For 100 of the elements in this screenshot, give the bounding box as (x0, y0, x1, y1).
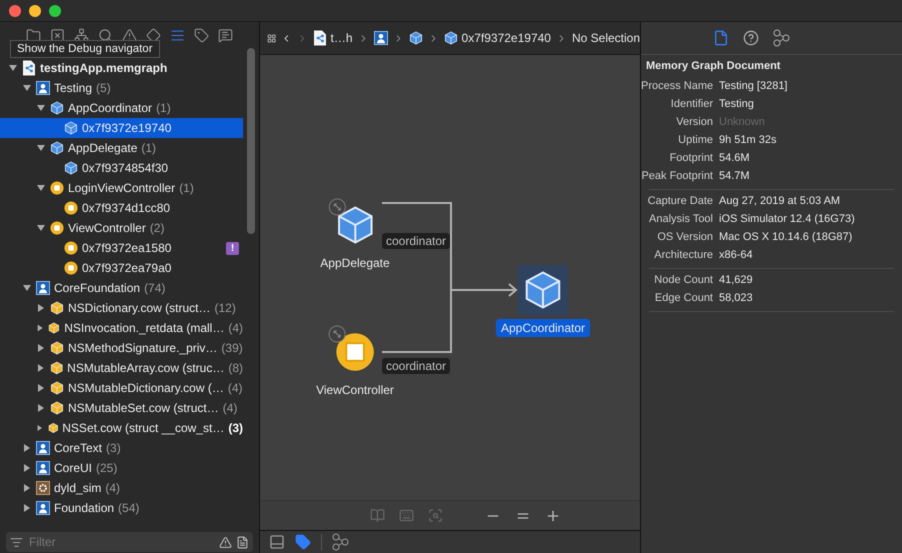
item-count: (74) (144, 281, 166, 295)
minimize-button[interactable] (29, 4, 41, 16)
object-icon (50, 181, 64, 195)
tree-row[interactable]: NSMutableDictionary.cow (… (4) (0, 378, 243, 398)
breadcrumb-item[interactable] (374, 31, 388, 45)
filter-input[interactable]: Filter (27, 534, 215, 550)
tree-row[interactable]: NSDictionary.cow (struct… (12) (0, 298, 243, 318)
tree-item-label: ViewController (68, 221, 146, 235)
tree-item-label: NSInvocation._retdata (mall… (64, 321, 224, 335)
tree-item-label: NSMutableArray.cow (struc… (67, 361, 224, 375)
disclosure-icon[interactable] (36, 223, 46, 233)
tree-row[interactable]: Foundation (54) (0, 498, 243, 518)
tree-row[interactable]: NSInvocation._retdata (mall… (4) (0, 318, 243, 338)
property-value: Testing [3281] (719, 80, 788, 92)
item-count: (5) (96, 81, 111, 95)
property-value: Mac OS X 10.14.6 (18G87) (719, 231, 854, 243)
object-icon (50, 221, 64, 235)
tree-item-label: AppDelegate (68, 141, 138, 155)
tree-row[interactable]: NSSet.cow (struct __cow_st… (3) (0, 418, 243, 438)
tree-item-label: Testing (54, 81, 92, 95)
graph-icon[interactable] (332, 533, 350, 551)
tree-row[interactable]: testingApp.memgraph (0, 58, 243, 78)
file-icon[interactable] (712, 30, 728, 46)
zoom-in-icon[interactable] (544, 508, 560, 524)
tree-row[interactable]: LoginViewController (1) (0, 178, 243, 198)
cube-icon (50, 381, 64, 395)
breadcrumb-item[interactable]: 0x7f9372e19740 (444, 31, 551, 45)
filter-field[interactable]: Filter (6, 532, 253, 552)
zoom-button[interactable] (49, 4, 61, 16)
disclosure-icon[interactable] (36, 143, 46, 153)
x-box-icon[interactable] (50, 28, 65, 42)
edge-label: coordinator (382, 358, 450, 374)
tree-item-label: testingApp.memgraph (40, 61, 168, 75)
arrow (450, 283, 518, 297)
breadcrumb-item[interactable]: No Selection (572, 31, 640, 45)
tree-row[interactable]: CoreUI (25) (0, 458, 243, 478)
tree-row[interactable]: AppDelegate (1) (0, 138, 243, 158)
scrollbar-thumb[interactable] (247, 48, 255, 234)
diamond-icon[interactable] (146, 28, 161, 42)
cube-icon (444, 31, 458, 45)
expand-icon[interactable] (328, 198, 346, 216)
tree-row[interactable]: NSMutableArray.cow (struc… (8) (0, 358, 243, 378)
item-count: (8) (228, 361, 243, 375)
tree-row[interactable]: CoreText (3) (0, 438, 243, 458)
tree-item-label: 0x7f9372ea79a0 (82, 261, 172, 275)
tree-row[interactable]: AppCoordinator (1) (0, 98, 243, 118)
tree-item-label: CoreText (54, 441, 102, 455)
tag-icon[interactable] (194, 28, 209, 42)
expand-icon[interactable] (328, 325, 346, 343)
object-icon (64, 261, 78, 275)
tree-item-label: NSMutableDictionary.cow (… (68, 381, 224, 395)
person-icon (36, 501, 50, 515)
property-value: x86-64 (719, 249, 754, 261)
property-label: Peak Footprint (641, 170, 713, 182)
node-label: ViewController (315, 382, 395, 399)
tree-row[interactable]: CoreFoundation (74) (0, 278, 243, 298)
hierarchy-icon[interactable] (74, 28, 89, 42)
property-label: Node Count (653, 274, 713, 286)
property-value: 54.6M (719, 152, 751, 164)
panel-icon[interactable] (269, 534, 285, 550)
item-count: (3) (106, 441, 121, 455)
object-icon[interactable] (335, 332, 375, 372)
tree-row[interactable]: NSMutableSet.cow (struct… (4) (0, 398, 243, 418)
tree-row[interactable]: dyld_sim (4) (0, 478, 243, 498)
warning-icon[interactable] (219, 536, 232, 548)
tree-row[interactable]: 0x7f9372ea79a0 (0, 258, 243, 278)
item-count: (1) (179, 181, 194, 195)
graph-icon[interactable] (772, 29, 790, 47)
tree-row[interactable]: 0x7f9374854f30 (0, 158, 243, 178)
search-icon[interactable] (98, 28, 113, 42)
cube-icon (50, 341, 64, 355)
node-label: AppCoordinator (496, 319, 590, 337)
issue-badge: ! (226, 242, 239, 254)
inspector-title: Memory Graph Document (645, 59, 782, 74)
tree-row[interactable]: 0x7f9374d1cc80 (0, 198, 243, 218)
close-button[interactable] (9, 4, 21, 16)
cube-icon (50, 141, 64, 155)
cube-icon (50, 401, 64, 415)
tree-row[interactable]: NSMethodSignature._priv… (39) (0, 338, 243, 358)
breadcrumb-item[interactable]: t…h (312, 30, 353, 46)
tree-row[interactable]: 0x7f9372ea1580 ! (0, 238, 243, 258)
gear-icon (36, 481, 50, 495)
cube-icon[interactable] (335, 205, 375, 245)
help-icon[interactable] (742, 30, 758, 46)
tree-item-label: CoreFoundation (54, 281, 140, 295)
disclosure-icon[interactable] (36, 183, 46, 193)
message-icon[interactable] (218, 28, 233, 42)
cube-icon (50, 301, 64, 315)
tree-row[interactable]: ViewController (2) (0, 218, 243, 238)
tree-item-label: 0x7f9374d1cc80 (82, 201, 170, 215)
property-label: Process Name (641, 80, 713, 92)
object-icon (64, 241, 78, 255)
document-icon[interactable] (236, 536, 249, 548)
list-icon[interactable] (170, 28, 185, 42)
tree-row[interactable]: Testing (5) (0, 78, 243, 98)
tree-row[interactable]: 0x7f9372e19740 (0, 118, 243, 138)
object-icon (64, 201, 78, 215)
tree-item-label: LoginViewController (68, 181, 176, 195)
tag-icon[interactable] (295, 534, 311, 550)
node-label: AppDelegate (319, 255, 391, 272)
